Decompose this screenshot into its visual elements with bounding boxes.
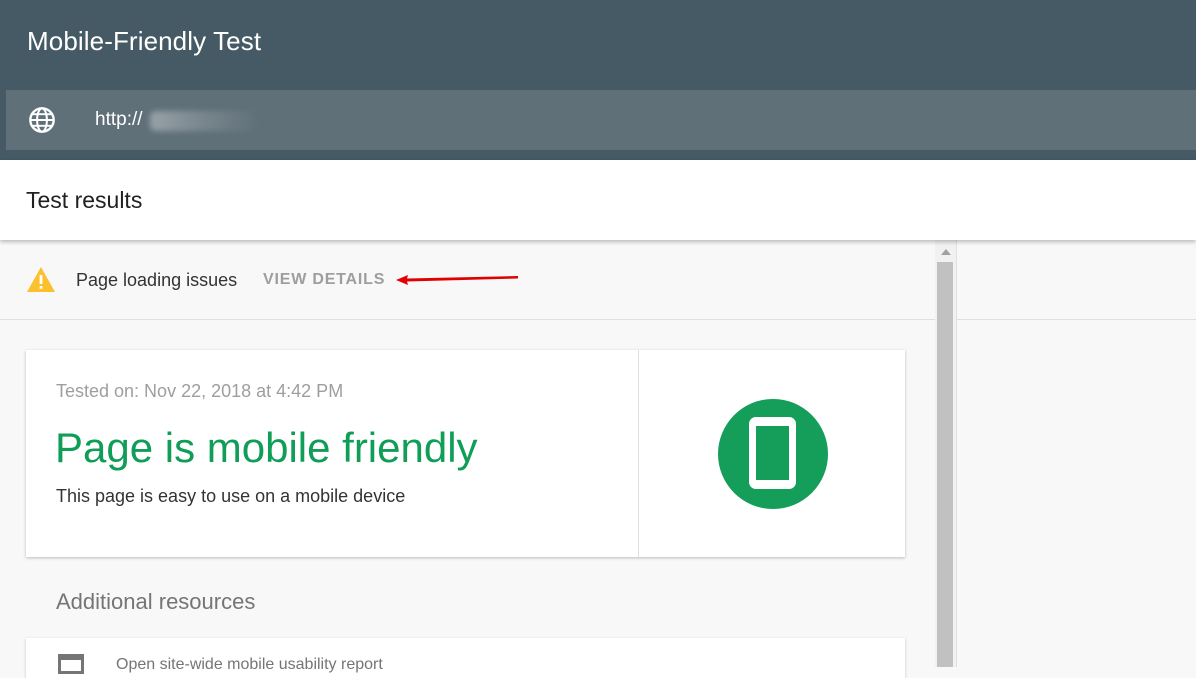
resource-item[interactable]: Open site-wide mobile usability report	[26, 638, 905, 678]
url-input[interactable]: http://	[6, 90, 1196, 150]
result-description: This page is easy to use on a mobile dev…	[56, 486, 406, 506]
scroll-up-icon[interactable]	[941, 249, 951, 255]
view-details-button[interactable]: VIEW DETAILS	[263, 271, 385, 289]
phone-screen	[756, 426, 789, 480]
results-pane: Page loading issues VIEW DETAILS Tested …	[0, 240, 935, 678]
phone-body	[749, 417, 796, 489]
web-report-icon	[58, 654, 84, 674]
results-header: Test results	[0, 160, 1196, 240]
page-loading-issues-row: Page loading issues VIEW DETAILS	[0, 240, 935, 320]
card-divider	[638, 350, 639, 557]
url-text: http://	[95, 109, 143, 130]
mobile-phone-icon	[718, 399, 828, 509]
app-title: Mobile-Friendly Test	[27, 26, 262, 56]
results-title: Test results	[26, 187, 143, 213]
annotation-arrow-icon	[396, 275, 518, 285]
divider	[957, 319, 1196, 320]
resource-item-label: Open site-wide mobile usability report	[116, 656, 383, 673]
result-card: Tested on: Nov 22, 2018 at 4:42 PM Page …	[26, 350, 905, 557]
preview-pane	[956, 240, 1196, 667]
redacted-url	[150, 111, 260, 131]
scrollbar[interactable]	[935, 240, 956, 667]
tested-on-timestamp: Tested on: Nov 22, 2018 at 4:42 PM	[56, 381, 344, 401]
result-headline: Page is mobile friendly	[55, 424, 478, 471]
globe-icon	[29, 107, 55, 133]
additional-resources-title: Additional resources	[56, 589, 256, 614]
app-header: Mobile-Friendly Test http://	[0, 0, 1196, 160]
issues-label: Page loading issues	[76, 270, 238, 290]
warning-icon	[27, 267, 55, 292]
scrollbar-thumb[interactable]	[937, 262, 953, 667]
